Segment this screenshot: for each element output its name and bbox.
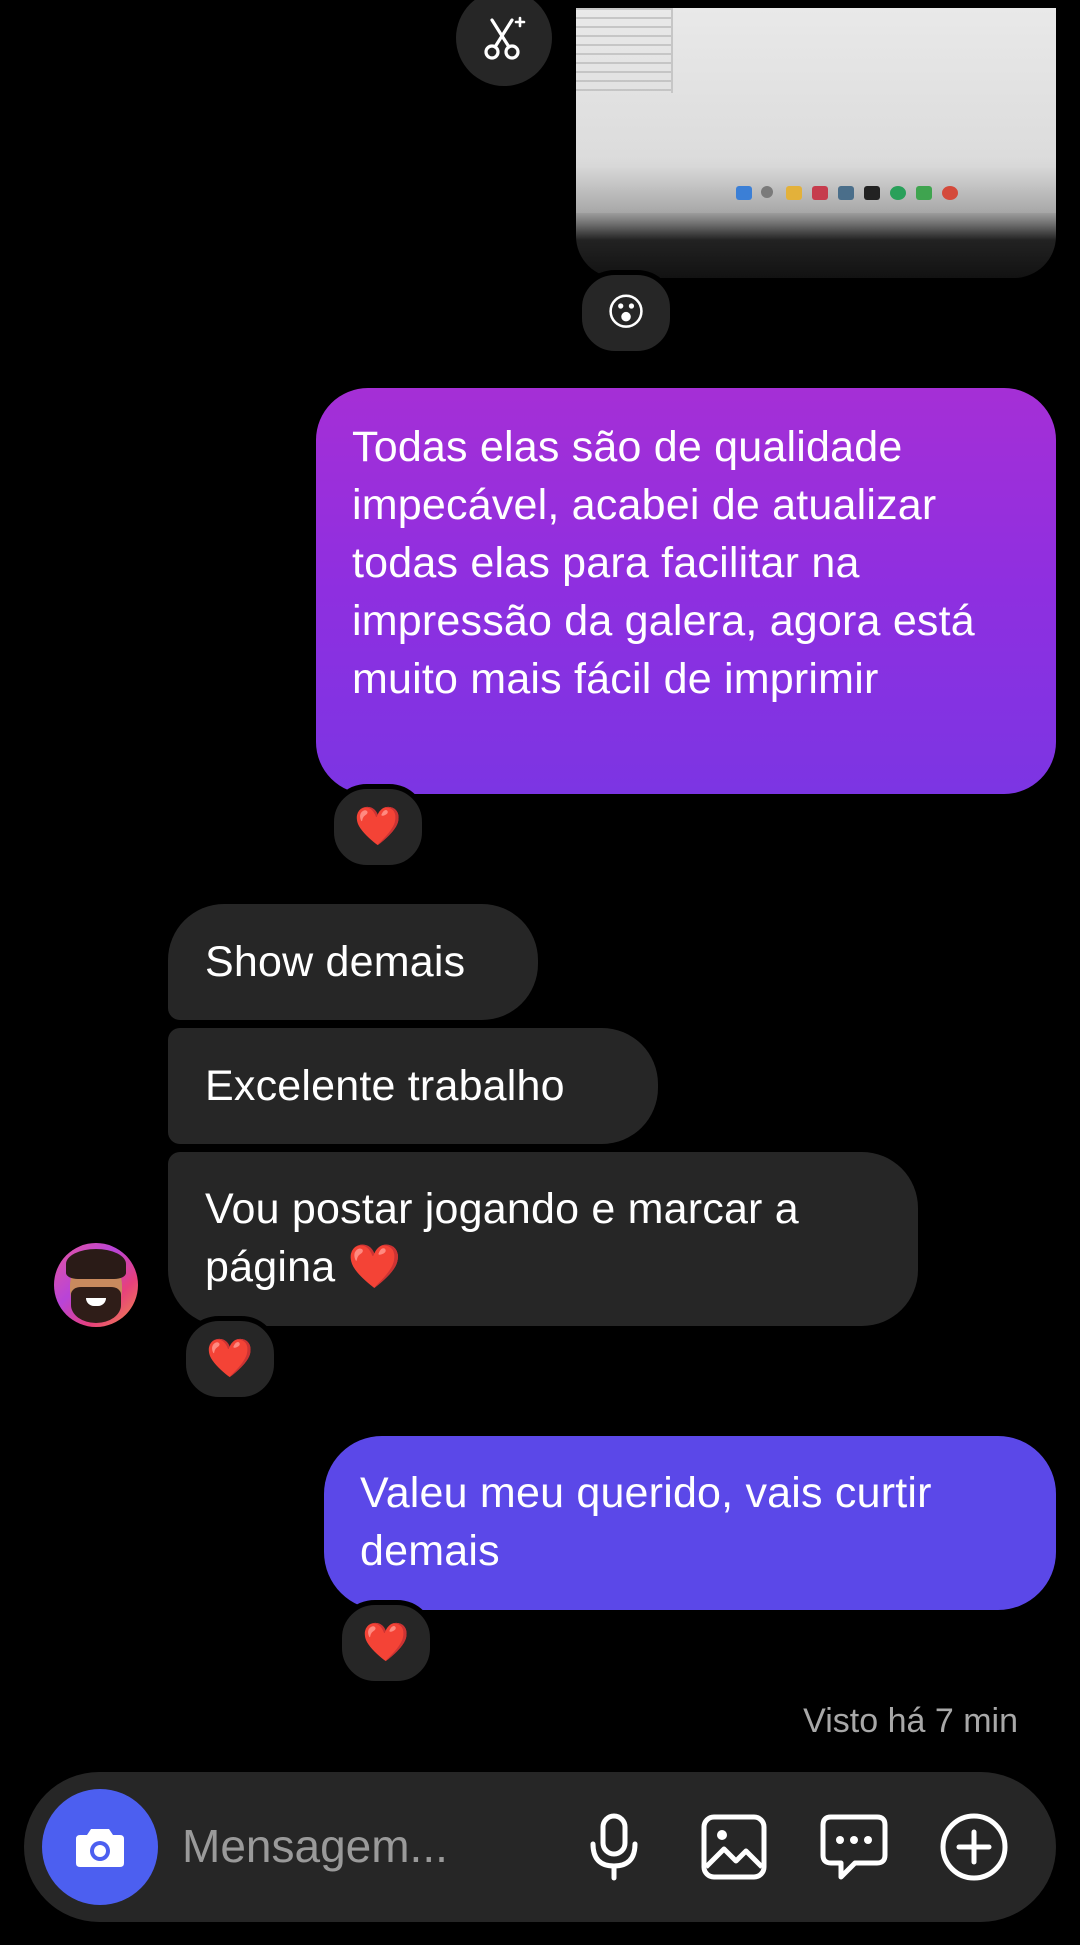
gallery-button[interactable] <box>694 1807 774 1887</box>
photo-content <box>576 8 671 98</box>
incoming-message[interactable]: Excelente trabalho <box>168 1028 658 1144</box>
camera-button[interactable] <box>42 1789 158 1905</box>
heart-emoji: ❤️ <box>347 1243 402 1291</box>
sticker-chat-button[interactable] <box>814 1807 894 1887</box>
microphone-button[interactable] <box>574 1807 654 1887</box>
reaction-emoji: 😮 <box>606 292 646 334</box>
message-input[interactable] <box>182 1816 482 1876</box>
message-text: Excelente trabalho <box>205 1062 565 1110</box>
contact-avatar[interactable] <box>54 1243 138 1327</box>
reaction-badge[interactable]: ❤️ <box>337 1600 435 1686</box>
reaction-badge[interactable]: ❤️ <box>329 784 427 870</box>
reaction-emoji: ❤️ <box>354 806 402 848</box>
photo-message[interactable] <box>576 8 1056 278</box>
reaction-emoji: ❤️ <box>206 1338 254 1380</box>
incoming-message[interactable]: Vou postar jogando e marcar a página ❤️ <box>168 1152 918 1326</box>
message-composer <box>24 1772 1056 1922</box>
reaction-badge[interactable]: ❤️ <box>181 1316 279 1402</box>
outgoing-message[interactable]: Todas elas são de qualidade impecável, a… <box>316 388 1056 794</box>
add-button[interactable] <box>934 1807 1014 1887</box>
outgoing-message[interactable]: Valeu meu querido, vais curtir demais <box>324 1436 1056 1610</box>
ai-edit-icon[interactable] <box>456 0 552 86</box>
message-text: Todas elas são de qualidade impecável, a… <box>352 423 975 703</box>
reaction-badge[interactable]: 😮 <box>577 270 675 356</box>
microphone-icon <box>590 1813 638 1881</box>
seen-status: Visto há 7 min <box>803 1702 1018 1740</box>
incoming-message[interactable]: Show demais <box>168 904 538 1020</box>
add-icon <box>940 1813 1008 1881</box>
chat-screen: 😮 Todas elas são de qualidade impecável,… <box>0 0 1080 1945</box>
gallery-icon <box>701 1814 767 1880</box>
message-text: Vou postar jogando e marcar a página <box>205 1185 799 1291</box>
message-text: Show demais <box>205 938 466 986</box>
reaction-emoji: ❤️ <box>362 1622 410 1664</box>
message-text: Valeu meu querido, vais curtir demais <box>360 1469 932 1575</box>
camera-icon <box>76 1829 124 1867</box>
sticker-chat-icon <box>820 1814 888 1880</box>
